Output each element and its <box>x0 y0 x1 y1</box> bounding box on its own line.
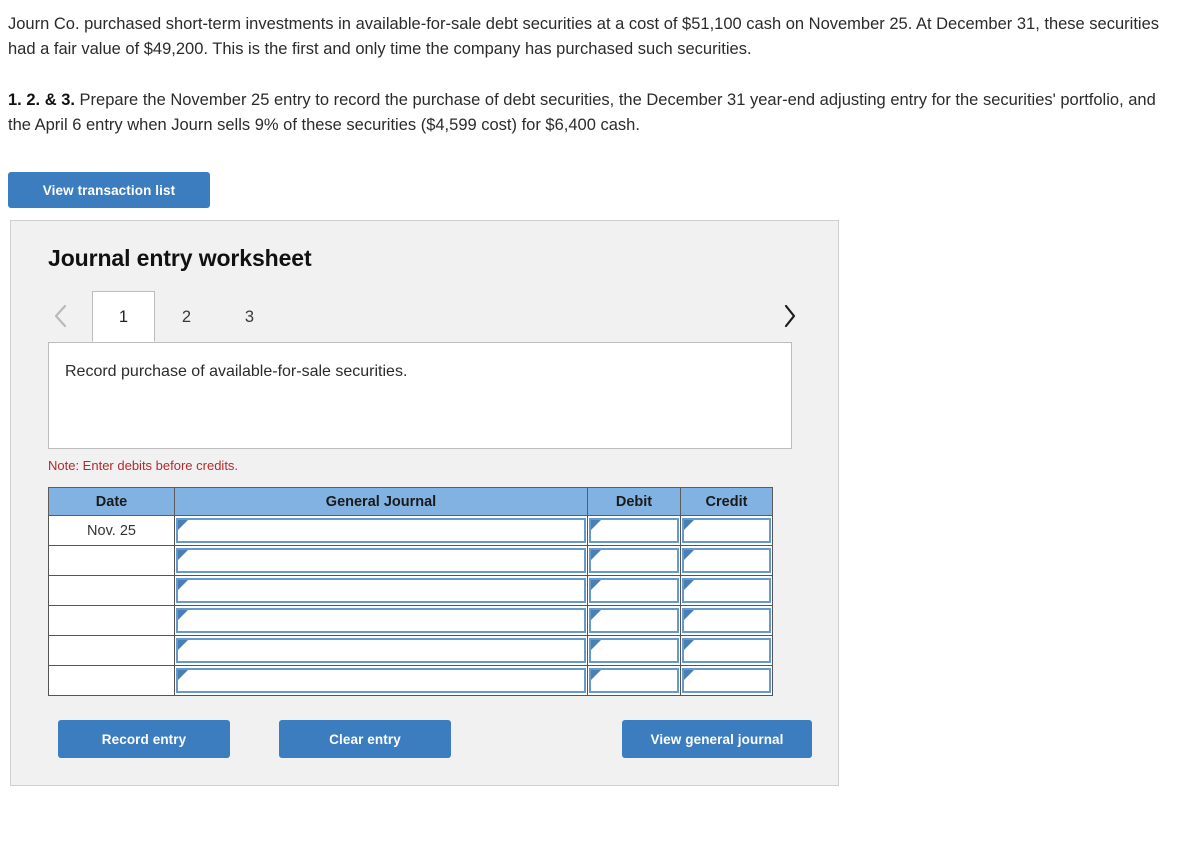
record-entry-button[interactable]: Record entry <box>58 720 230 758</box>
table-row <box>48 635 773 666</box>
column-header-credit: Credit <box>680 487 773 516</box>
dropdown-arrow-icon <box>591 580 601 590</box>
credit-input[interactable] <box>682 548 771 573</box>
cell-debit[interactable] <box>587 665 681 696</box>
dropdown-arrow-icon <box>178 580 188 590</box>
dropdown-arrow-icon <box>178 520 188 530</box>
cell-debit[interactable] <box>587 605 681 636</box>
dropdown-arrow-icon <box>684 610 694 620</box>
cell-date[interactable] <box>48 605 175 636</box>
problem-paragraph-1: Journ Co. purchased short-term investmen… <box>8 15 1159 58</box>
debit-input[interactable] <box>589 548 679 573</box>
cell-date[interactable] <box>48 635 175 666</box>
requirement-text: Prepare the November 25 entry to record … <box>8 91 1156 134</box>
clear-entry-button[interactable]: Clear entry <box>279 720 451 758</box>
cell-date[interactable] <box>48 545 175 576</box>
dropdown-arrow-icon <box>178 550 188 560</box>
dropdown-arrow-icon <box>591 670 601 680</box>
account-select[interactable] <box>176 638 586 663</box>
worksheet-tab-list: 1 2 3 <box>92 291 281 343</box>
table-row <box>48 575 773 606</box>
worksheet-tab-1[interactable]: 1 <box>92 291 155 342</box>
chevron-right-icon[interactable] <box>776 291 802 341</box>
journal-entry-worksheet-panel: Journal entry worksheet 1 2 3 Record pur… <box>10 220 839 786</box>
view-transaction-list-button[interactable]: View transaction list <box>8 172 210 208</box>
dropdown-arrow-icon <box>684 550 694 560</box>
dropdown-arrow-icon <box>684 640 694 650</box>
cell-general-journal[interactable] <box>174 515 588 546</box>
credit-input[interactable] <box>682 608 771 633</box>
cell-credit[interactable] <box>680 545 773 576</box>
dropdown-arrow-icon <box>178 610 188 620</box>
cell-debit[interactable] <box>587 545 681 576</box>
cell-debit[interactable] <box>587 635 681 666</box>
debit-input[interactable] <box>589 668 679 693</box>
dropdown-arrow-icon <box>591 610 601 620</box>
table-header-row: Date General Journal Debit Credit <box>48 487 773 516</box>
dropdown-arrow-icon <box>591 520 601 530</box>
cell-general-journal[interactable] <box>174 575 588 606</box>
table-row <box>48 545 773 576</box>
page-title: Journal entry worksheet <box>48 245 312 271</box>
worksheet-tab-2[interactable]: 2 <box>155 291 218 342</box>
journal-entry-table: Date General Journal Debit Credit Nov. 2… <box>48 487 773 696</box>
dropdown-arrow-icon <box>178 640 188 650</box>
column-header-general-journal: General Journal <box>174 487 588 516</box>
cell-date[interactable] <box>48 575 175 606</box>
chevron-left-icon[interactable] <box>48 291 74 341</box>
dropdown-arrow-icon <box>684 580 694 590</box>
worksheet-actions: Record entry Clear entry View general jo… <box>48 720 812 758</box>
problem-statement: Journ Co. purchased short-term investmen… <box>0 0 1194 138</box>
view-general-journal-button[interactable]: View general journal <box>622 720 812 758</box>
account-select[interactable] <box>176 548 586 573</box>
credit-input[interactable] <box>682 578 771 603</box>
credit-input[interactable] <box>682 638 771 663</box>
column-header-debit: Debit <box>587 487 681 516</box>
table-row: Nov. 25 <box>48 515 773 546</box>
credit-input[interactable] <box>682 668 771 693</box>
account-select[interactable] <box>176 668 586 693</box>
toolbar: View transaction list <box>0 138 1194 208</box>
table-row <box>48 605 773 636</box>
cell-credit[interactable] <box>680 665 773 696</box>
account-select[interactable] <box>176 518 586 543</box>
cell-credit[interactable] <box>680 605 773 636</box>
debit-input[interactable] <box>589 578 679 603</box>
cell-date[interactable] <box>48 665 175 696</box>
worksheet-tabbar: 1 2 3 <box>48 291 802 343</box>
worksheet-tab-3[interactable]: 3 <box>218 291 281 342</box>
dropdown-arrow-icon <box>591 550 601 560</box>
journal-table-wrapper: Date General Journal Debit Credit Nov. 2… <box>48 487 773 696</box>
cell-general-journal[interactable] <box>174 635 588 666</box>
cell-general-journal[interactable] <box>174 665 588 696</box>
account-select[interactable] <box>176 608 586 633</box>
problem-requirement: 1. 2. & 3. Prepare the November 25 entry… <box>8 88 1170 138</box>
dropdown-arrow-icon <box>684 520 694 530</box>
cell-general-journal[interactable] <box>174 545 588 576</box>
column-header-date: Date <box>48 487 175 516</box>
cell-debit[interactable] <box>587 515 681 546</box>
cell-general-journal[interactable] <box>174 605 588 636</box>
debit-input[interactable] <box>589 608 679 633</box>
cell-credit[interactable] <box>680 515 773 546</box>
requirement-prefix: 1. 2. & 3. <box>8 91 75 109</box>
cell-credit[interactable] <box>680 575 773 606</box>
cell-credit[interactable] <box>680 635 773 666</box>
account-select[interactable] <box>176 578 586 603</box>
cell-date[interactable]: Nov. 25 <box>48 515 175 546</box>
dropdown-arrow-icon <box>178 670 188 680</box>
cell-debit[interactable] <box>587 575 681 606</box>
transaction-description-box: Record purchase of available-for-sale se… <box>48 342 792 449</box>
table-row <box>48 665 773 696</box>
debit-input[interactable] <box>589 638 679 663</box>
debits-before-credits-note: Note: Enter debits before credits. <box>48 458 239 473</box>
debit-input[interactable] <box>589 518 679 543</box>
transaction-description-text: Record purchase of available-for-sale se… <box>65 363 408 380</box>
dropdown-arrow-icon <box>591 640 601 650</box>
dropdown-arrow-icon <box>684 670 694 680</box>
credit-input[interactable] <box>682 518 771 543</box>
